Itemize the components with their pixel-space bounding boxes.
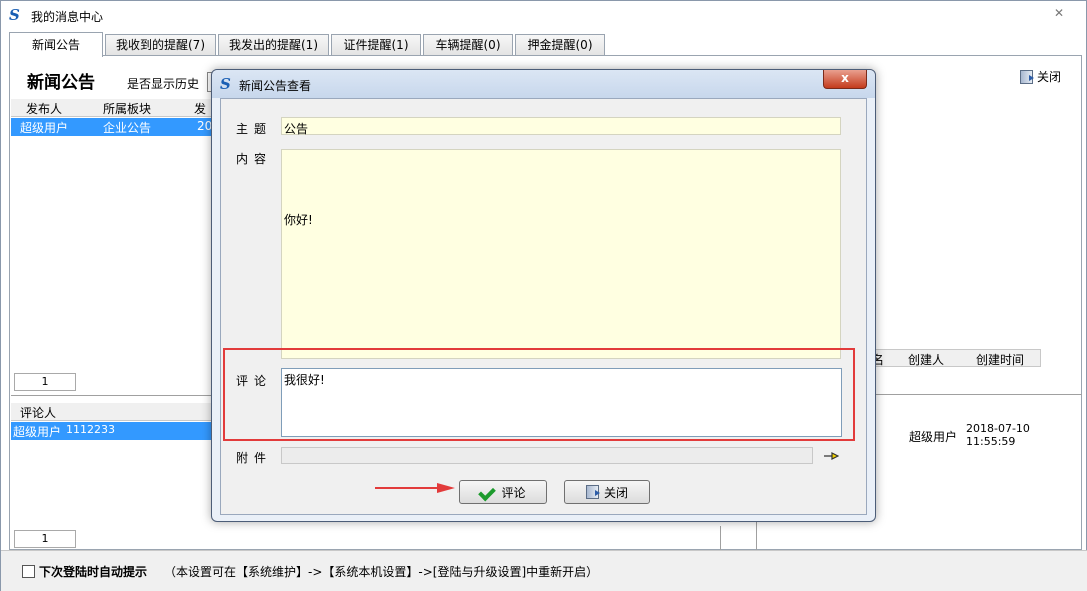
tab-sent-reminders[interactable]: 我发出的提醒(1) <box>218 34 329 56</box>
comment-button-label: 评论 <box>501 485 526 500</box>
tab-received-reminders[interactable]: 我收到的提醒(7) <box>105 34 216 56</box>
attachment-field[interactable] <box>281 447 813 464</box>
comment-grid-row[interactable]: 超级用户 1112233 <box>11 422 216 440</box>
auto-prompt-label: 下次登陆时自动提示 <box>39 565 148 579</box>
main-titlebar: S 我的消息中心 ✕ <box>1 1 1086 29</box>
dialog-logo-icon: S <box>220 75 231 93</box>
col-commenter: 评论人 <box>20 406 57 420</box>
attachment-label: 附件 <box>236 451 273 465</box>
col-publisher: 发布人 <box>26 102 63 116</box>
cell-publisher: 超级用户 <box>20 121 69 135</box>
content-field[interactable]: 你好! <box>281 149 841 359</box>
tab-certificate-reminders[interactable]: 证件提醒(1) <box>331 34 421 56</box>
col-create-time: 创建时间 <box>976 353 1025 367</box>
dialog-close-x-button[interactable]: x <box>823 70 867 89</box>
content-text: 你好! <box>284 213 313 227</box>
cell-section: 企业公告 <box>103 121 152 135</box>
news-pager[interactable]: 1 <box>14 373 76 391</box>
history-label: 是否显示历史 <box>127 77 200 91</box>
col-section: 所属板块 <box>103 102 152 116</box>
cell-creator: 超级用户 <box>909 430 958 444</box>
dialog-body: 主题 公告 内容 你好! 评论 我很好! 附件 评论 关闭 <box>220 98 867 515</box>
cell-create-date: 2018-07-10 <box>966 422 1030 435</box>
window-title: 我的消息中心 <box>31 10 104 24</box>
news-view-dialog: S 新闻公告查看 x 主题 公告 内容 你好! 评论 我很好! 附件 评论 关闭 <box>211 69 876 522</box>
divider <box>876 394 1082 395</box>
cell-commenter: 超级用户 <box>13 425 62 439</box>
auto-prompt-note: （本设置可在【系统维护】->【系统本机设置】->[登陆与升级设置]中重新开启） <box>164 565 599 579</box>
content-label: 内容 <box>236 152 273 166</box>
comment-highlight-box <box>223 348 855 441</box>
footer-bar: 下次登陆时自动提示 （本设置可在【系统维护】->【系统本机设置】->[登陆与升级… <box>1 550 1087 591</box>
col-creator: 创建人 <box>908 353 945 367</box>
dialog-title: 新闻公告查看 <box>239 79 312 93</box>
tab-vehicle-reminders[interactable]: 车辆提醒(0) <box>423 34 513 56</box>
subject-field[interactable]: 公告 <box>281 117 841 136</box>
tab-deposit-reminders[interactable]: 押金提醒(0) <box>515 34 605 56</box>
cell-create-time: 11:55:59 <box>966 435 1016 448</box>
tab-news[interactable]: 新闻公告 <box>9 32 103 57</box>
comment-submit-button[interactable]: 评论 <box>459 480 547 504</box>
news-grid-header: 发布人 所属板块 发布 <box>11 99 216 133</box>
check-icon <box>480 485 496 499</box>
cell-comment-code: 1112233 <box>66 423 115 436</box>
divider <box>11 395 216 396</box>
exit-door-icon <box>1019 69 1034 84</box>
red-arrow-annotation <box>375 483 455 493</box>
page-title: 新闻公告 <box>27 73 95 93</box>
news-grid-row[interactable]: 超级用户 企业公告 201 <box>11 118 220 136</box>
exit-door-icon <box>585 485 600 499</box>
auto-prompt-checkbox[interactable] <box>22 565 35 578</box>
comment-grid-header: 评论人 <box>11 403 216 421</box>
app-logo-icon: S <box>9 6 20 24</box>
panel-close-button[interactable]: 关闭 <box>1019 68 1061 85</box>
dialog-titlebar: S 新闻公告查看 x <box>212 70 875 98</box>
dialog-close-button[interactable]: 关闭 <box>564 480 650 504</box>
panel-close-label: 关闭 <box>1036 70 1061 84</box>
divider <box>720 526 721 551</box>
attach-hand-icon[interactable] <box>823 451 839 461</box>
right-grid-header: 名 创建人 创建时间 <box>861 349 1041 367</box>
comment-pager[interactable]: 1 <box>14 530 76 548</box>
window-close-button[interactable]: ✕ <box>1040 4 1078 22</box>
close-button-label: 关闭 <box>603 485 628 500</box>
subject-label: 主题 <box>236 122 273 136</box>
